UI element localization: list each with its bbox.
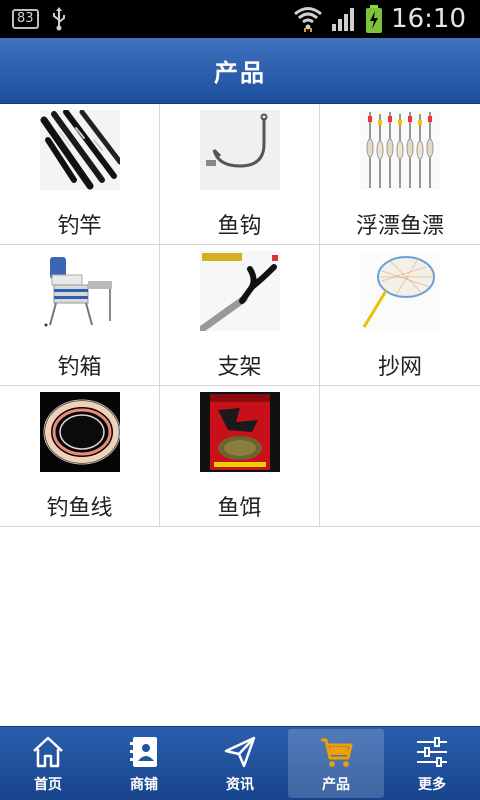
tab-more[interactable]: 更多 [384, 727, 480, 800]
signal-icon [332, 8, 355, 31]
tab-label: 更多 [418, 776, 446, 793]
fishing-floats-image [360, 110, 440, 190]
send-icon [224, 736, 256, 767]
product-grid: 钓竿 鱼钩 浮漂鱼漂 钓箱 支架 抄网 钓鱼线 鱼饵 [0, 104, 480, 527]
usb-icon [52, 7, 65, 31]
bottom-tab-bar: 首页 商铺 资讯 产品 更多 [0, 726, 480, 800]
product-item-fishing-rod[interactable]: 钓竿 [0, 104, 160, 245]
header-bar: 产品 [0, 38, 480, 104]
product-item-fishing-line[interactable]: 钓鱼线 [0, 386, 160, 527]
sliders-icon [417, 736, 447, 767]
tab-label: 首页 [34, 776, 62, 793]
clock: 16:10 [391, 4, 466, 34]
product-item-rod-holder[interactable]: 支架 [160, 245, 320, 386]
product-label: 支架 [217, 355, 262, 380]
tab-shops[interactable]: 商铺 [96, 727, 192, 800]
product-label: 鱼钩 [217, 214, 262, 239]
product-item-fishing-floats[interactable]: 浮漂鱼漂 [320, 104, 480, 245]
fishing-line-image [40, 392, 120, 472]
tab-label: 产品 [322, 776, 350, 793]
notification-badge: 83 [12, 9, 39, 29]
product-item-fish-bait[interactable]: 鱼饵 [160, 386, 320, 527]
wifi-icon [294, 7, 323, 32]
fish-bait-image [200, 392, 280, 472]
product-item-fishing-box[interactable]: 钓箱 [0, 245, 160, 386]
battery-charging-icon [366, 5, 383, 33]
home-icon [33, 736, 63, 767]
page-title: 产品 [214, 59, 266, 87]
product-item-landing-net[interactable]: 抄网 [320, 245, 480, 386]
status-bar: 83 16:10 [0, 0, 480, 38]
contacts-icon [130, 736, 157, 767]
tab-news[interactable]: 资讯 [192, 727, 288, 800]
fishing-rod-image [40, 110, 120, 190]
landing-net-image [360, 251, 440, 331]
product-label: 钓竿 [57, 214, 102, 239]
fishing-box-image [40, 251, 120, 331]
tab-products[interactable]: 产品 [288, 729, 384, 798]
tab-label: 商铺 [130, 776, 158, 793]
product-label: 抄网 [377, 355, 422, 380]
product-label: 浮漂鱼漂 [355, 214, 444, 239]
fish-hook-image [200, 110, 280, 190]
rod-holder-image [200, 251, 280, 331]
product-label: 钓鱼线 [46, 496, 113, 521]
cart-icon [321, 738, 353, 767]
tab-home[interactable]: 首页 [0, 727, 96, 800]
product-item-fish-hook[interactable]: 鱼钩 [160, 104, 320, 245]
product-label: 鱼饵 [217, 496, 262, 521]
tab-label: 资讯 [226, 776, 254, 793]
product-label: 钓箱 [57, 355, 102, 380]
empty-grid-cell [320, 386, 480, 527]
